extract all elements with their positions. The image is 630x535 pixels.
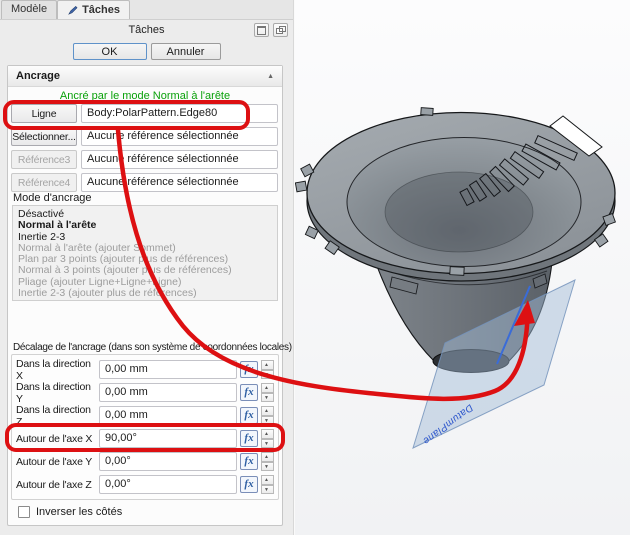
step-down-icon[interactable] xyxy=(261,370,274,380)
3d-viewport[interactable]: DatumPlane xyxy=(295,0,630,535)
rotation-x-stepper xyxy=(261,429,274,448)
step-up-icon[interactable] xyxy=(261,406,274,416)
chevron-up-icon[interactable] xyxy=(267,73,274,80)
mode-item-inertia-refs: Inertie 2-3 (ajouter plus de références) xyxy=(13,288,277,299)
attachment-offset-label: Décalage de l'ancrage (dans son système … xyxy=(13,342,297,353)
reference4-value[interactable]: Aucune référence sélectionnée xyxy=(81,173,278,192)
rotation-y-label: Autour de l'axe Y xyxy=(16,456,96,468)
step-down-icon[interactable] xyxy=(261,439,274,449)
offset-z-stepper xyxy=(261,406,274,425)
offset-y-label: Dans la direction Y xyxy=(16,381,96,405)
invert-sides-label: Inverser les côtés xyxy=(36,506,122,518)
step-up-icon[interactable] xyxy=(261,475,274,485)
panel-tabbar: Modèle Tâches xyxy=(0,0,293,20)
anchor-status-message: Ancré par le mode Normal à l'arête xyxy=(8,90,282,102)
bowl-throat xyxy=(385,172,533,252)
rotation-z-label: Autour de l'axe Z xyxy=(16,479,96,491)
collapse-panel-icon[interactable] xyxy=(254,23,269,37)
offset-z-row: Dans la direction Z 0,00 mm fx xyxy=(16,406,274,425)
funnel-model[interactable] xyxy=(295,108,615,373)
mode-item-normal-to-edge[interactable]: Normal à l'arête xyxy=(13,220,277,231)
line-reference-value[interactable]: Body:PolarPattern.Edge80 xyxy=(81,104,278,123)
pen-icon xyxy=(67,5,78,16)
attachment-offset-group: Dans la direction X 0,00 mm fx Dans la d… xyxy=(11,354,279,500)
panel-title: Tâches xyxy=(128,24,164,36)
dock-controls xyxy=(254,23,288,37)
formula-icon[interactable]: fx xyxy=(240,384,258,401)
attachment-mode-label: Mode d'ancrage xyxy=(13,192,92,204)
tab-model[interactable]: Modèle xyxy=(1,0,57,19)
invert-sides-checkbox[interactable] xyxy=(18,506,30,518)
reference3-value[interactable]: Aucune référence sélectionnée xyxy=(81,150,278,169)
rotation-y-row: Autour de l'axe Y 0,00° fx xyxy=(16,452,274,471)
ok-button[interactable]: OK xyxy=(73,43,147,60)
rotation-z-stepper xyxy=(261,475,274,494)
offset-x-label: Dans la direction X xyxy=(16,358,96,382)
reference-row-3: Référence3 Aucune référence sélectionnée xyxy=(11,150,278,169)
rotation-y-stepper xyxy=(261,452,274,471)
select-reference-button[interactable]: Sélectionner... xyxy=(11,127,77,146)
tab-tasks-label: Tâches xyxy=(82,4,120,17)
step-down-icon[interactable] xyxy=(261,462,274,472)
offset-x-stepper xyxy=(261,360,274,379)
reference3-button: Référence3 xyxy=(11,150,77,169)
3d-scene: DatumPlane xyxy=(295,0,630,535)
anchor-section: Ancrage Ancré par le mode Normal à l'arê… xyxy=(7,65,283,526)
flip-sides-row: Inverser les côtés xyxy=(18,506,122,518)
step-down-icon[interactable] xyxy=(261,393,274,403)
rotation-z-input[interactable]: 0,00° xyxy=(99,475,237,494)
anchor-section-header[interactable]: Ancrage xyxy=(8,66,282,87)
step-up-icon[interactable] xyxy=(261,383,274,393)
offset-y-row: Dans la direction Y 0,00 mm fx xyxy=(16,383,274,402)
formula-icon[interactable]: fx xyxy=(240,407,258,424)
rotation-z-row: Autour de l'axe Z 0,00° fx xyxy=(16,475,274,494)
reference-row-2: Sélectionner... Aucune référence sélecti… xyxy=(11,127,278,146)
formula-icon[interactable]: fx xyxy=(240,476,258,493)
offset-x-row: Dans la direction X 0,00 mm fx xyxy=(16,360,274,379)
formula-icon[interactable]: fx xyxy=(240,430,258,447)
rotation-y-input[interactable]: 0,00° xyxy=(99,452,237,471)
rotation-x-row: Autour de l'axe X 90,00° fx xyxy=(16,429,274,448)
step-up-icon[interactable] xyxy=(261,452,274,462)
reference-row-4: Référence4 Aucune référence sélectionnée xyxy=(11,173,278,192)
attachment-mode-list[interactable]: Désactivé Normal à l'arête Inertie 2-3 N… xyxy=(12,205,278,301)
anchor-section-title: Ancrage xyxy=(16,70,60,82)
formula-icon[interactable]: fx xyxy=(240,453,258,470)
reference2-value[interactable]: Aucune référence sélectionnée xyxy=(81,127,278,146)
step-down-icon[interactable] xyxy=(261,416,274,426)
offset-x-input[interactable]: 0,00 mm xyxy=(99,360,237,379)
offset-z-label: Dans la direction Z xyxy=(16,404,96,428)
reference-row-1: Ligne Body:PolarPattern.Edge80 xyxy=(11,104,278,123)
task-panel: Modèle Tâches Tâches OK Annuler Ancrage xyxy=(0,0,294,535)
step-down-icon[interactable] xyxy=(261,485,274,495)
step-up-icon[interactable] xyxy=(261,429,274,439)
formula-icon[interactable]: fx xyxy=(240,361,258,378)
freecad-window: Modèle Tâches Tâches OK Annuler Ancrage xyxy=(0,0,630,535)
tab-tasks[interactable]: Tâches xyxy=(57,0,130,19)
offset-y-input[interactable]: 0,00 mm xyxy=(99,383,237,402)
rotation-x-input[interactable]: 90,00° xyxy=(99,429,237,448)
reference4-button: Référence4 xyxy=(11,173,77,192)
panel-titlebar: Tâches xyxy=(0,20,293,40)
offset-z-input[interactable]: 0,00 mm xyxy=(99,406,237,425)
dialog-buttons: OK Annuler xyxy=(0,43,293,60)
line-reference-button[interactable]: Ligne xyxy=(11,104,77,123)
cancel-button[interactable]: Annuler xyxy=(151,43,221,60)
step-up-icon[interactable] xyxy=(261,360,274,370)
float-panel-icon[interactable] xyxy=(273,23,288,37)
rotation-x-label: Autour de l'axe X xyxy=(16,433,96,445)
offset-y-stepper xyxy=(261,383,274,402)
